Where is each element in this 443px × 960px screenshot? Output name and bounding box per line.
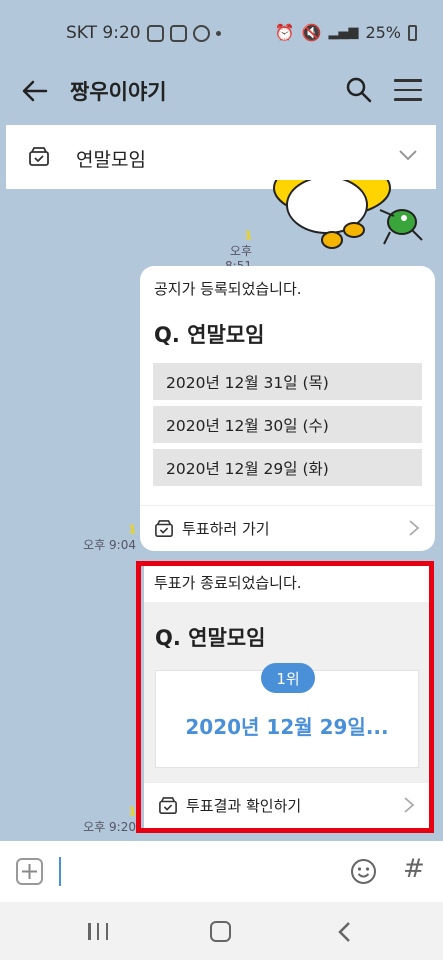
system-navigation-bar — [0, 902, 443, 960]
message-meta: 1 오후 9:04 — [80, 523, 136, 553]
chevron-right-icon — [409, 520, 420, 536]
battery-level: 25% — [365, 23, 401, 42]
alarm-icon: ⏰ — [274, 23, 295, 42]
menu-icon[interactable] — [394, 79, 422, 103]
poll-option[interactable]: 2020년 12월 30일 (수) — [153, 406, 422, 443]
message-time: 오후 9:04 — [83, 538, 136, 552]
back-arrow-icon[interactable] — [20, 76, 50, 106]
poll-option[interactable]: 2020년 12월 31일 (목) — [153, 363, 422, 400]
unread-count: 1 — [128, 523, 136, 536]
emoticon-sticker[interactable] — [262, 180, 443, 255]
more-dot-icon — [215, 30, 221, 36]
unread-count: 1 — [128, 805, 136, 818]
notice-text: 연말모임 — [76, 149, 146, 171]
carrier-time: SKT 9:20 — [66, 23, 141, 43]
chat-header: 짱우이야기 — [0, 62, 443, 120]
mute-icon: 🔇 — [301, 23, 322, 42]
poll-option[interactable]: 2020년 12월 29일 (화) — [153, 449, 422, 486]
app-notification-icon — [192, 24, 210, 42]
poll-message-card[interactable]: 공지가 등록되었습니다. Q. 연말모임 2020년 12월 31일 (목) 2… — [140, 266, 435, 551]
signal-icon: ▂▄▆ — [328, 25, 359, 40]
home-icon[interactable] — [210, 921, 231, 942]
go-vote-label: 투표하러 가기 — [182, 520, 270, 538]
plus-icon[interactable] — [16, 858, 43, 885]
search-icon[interactable] — [345, 76, 373, 104]
message-meta: 1 오후 9:20 — [80, 805, 136, 835]
highlight-box — [136, 561, 434, 833]
battery-icon — [408, 24, 417, 41]
go-vote-button[interactable]: 투표하러 가기 — [140, 505, 435, 551]
message-input-bar: # — [0, 841, 443, 902]
image-notification-icon — [169, 24, 187, 42]
unread-count: 1 — [244, 229, 252, 242]
chevron-down-icon[interactable] — [398, 145, 418, 165]
status-right: ⏰ 🔇 ▂▄▆ 25% — [275, 23, 417, 42]
poll-box-icon — [29, 147, 49, 166]
hashtag-search-button[interactable]: # — [403, 854, 425, 884]
chat-notification-icon — [146, 24, 164, 42]
status-bar: SKT 9:20 ⏰ 🔇 ▂▄▆ 25% — [0, 0, 443, 62]
emoticon-icon[interactable] — [350, 858, 377, 885]
poll-box-icon — [155, 519, 173, 537]
status-left: SKT 9:20 — [66, 23, 221, 43]
message-input[interactable] — [59, 857, 61, 886]
message-time: 오후 9:20 — [83, 820, 136, 834]
card-header-text: 공지가 등록되었습니다. — [154, 280, 302, 298]
chat-room-title: 짱우이야기 — [70, 80, 167, 104]
recent-apps-icon[interactable] — [88, 923, 108, 940]
poll-question: Q. 연말모임 — [154, 323, 265, 347]
nav-back-icon[interactable] — [336, 921, 354, 943]
